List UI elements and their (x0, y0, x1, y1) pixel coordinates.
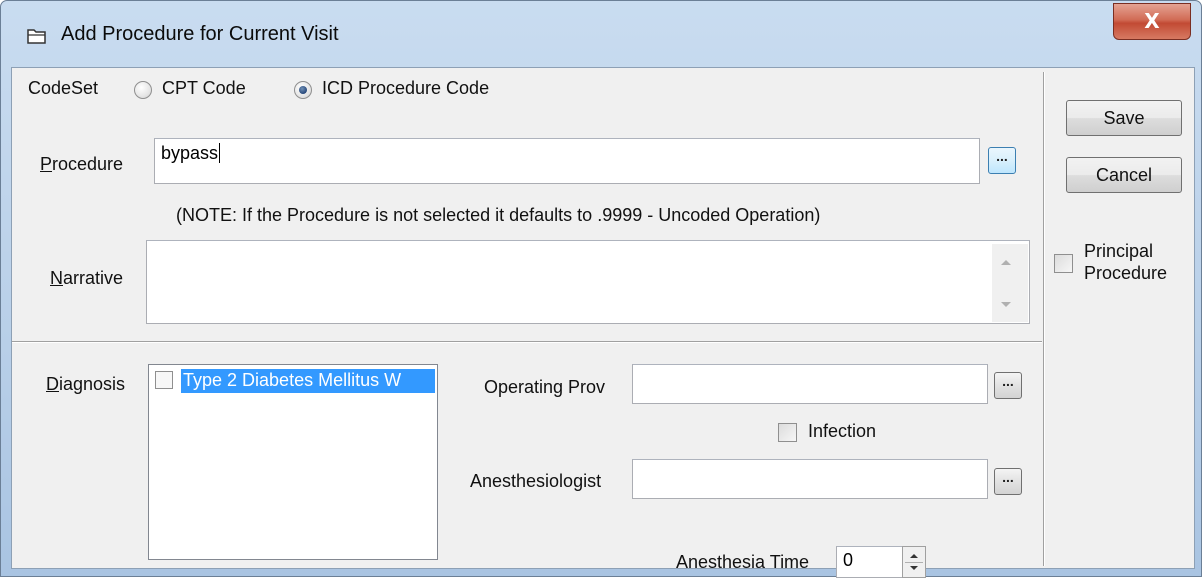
codeset-label: CodeSet (28, 78, 99, 98)
operating-prov-label: Operating Prov (484, 377, 606, 397)
dialog-body: CodeSet CPT Code ICD Procedure Code Proc… (11, 67, 1195, 578)
cancel-button[interactable]: Cancel (1066, 157, 1182, 193)
title-bar[interactable]: Add Procedure for Current Visit X (1, 1, 1201, 65)
close-icon: X (1144, 9, 1160, 33)
narrative-input[interactable] (146, 240, 1030, 324)
diagnosis-item-label[interactable]: Type 2 Diabetes Mellitus W (181, 369, 435, 393)
radio-cpt-code[interactable] (134, 81, 152, 99)
diagnosis-item-checkbox[interactable] (155, 371, 173, 389)
spin-down-icon[interactable] (910, 566, 918, 570)
spin-up-icon[interactable] (910, 554, 918, 558)
radio-icd-procedure-code-label[interactable]: ICD Procedure Code (322, 78, 489, 99)
anesthesiologist-browse-button[interactable]: ... (994, 468, 1022, 495)
list-item[interactable]: Type 2 Diabetes Mellitus W (153, 369, 435, 393)
diagnosis-list[interactable]: Type 2 Diabetes Mellitus W (148, 364, 438, 560)
ellipsis-icon: ... (1002, 469, 1014, 485)
procedure-browse-button[interactable]: ... (988, 147, 1016, 174)
operating-prov-browse-button[interactable]: ... (994, 372, 1022, 399)
action-panel-divider (1043, 72, 1045, 566)
close-button[interactable]: X (1113, 3, 1191, 40)
save-button[interactable]: Save (1066, 100, 1182, 136)
anesthesiologist-input[interactable] (632, 459, 988, 499)
scroll-down-icon[interactable] (1001, 302, 1011, 307)
principal-procedure-checkbox[interactable] (1054, 254, 1073, 273)
scroll-up-icon[interactable] (1001, 260, 1011, 265)
dialog-window: Add Procedure for Current Visit X CodeSe… (0, 0, 1202, 578)
procedure-input[interactable]: bypass (154, 138, 980, 184)
narrative-label: Narrative (50, 268, 124, 288)
narrative-scrollbar[interactable] (992, 244, 1028, 322)
section-divider (12, 341, 1042, 343)
anesthesiologist-label: Anesthesiologist (470, 471, 602, 491)
anesthesia-time-spinner[interactable] (902, 546, 926, 578)
spinner-divider (905, 562, 923, 563)
radio-icd-procedure-code[interactable] (294, 81, 312, 99)
operating-prov-input[interactable] (632, 364, 988, 404)
folder-icon (27, 29, 46, 44)
procedure-label: Procedure (40, 154, 124, 174)
anesthesia-time-input[interactable]: 0 (836, 546, 902, 578)
anesthesia-time-label: Anesthesia Time (676, 552, 810, 572)
radio-cpt-code-label[interactable]: CPT Code (162, 78, 246, 99)
principal-procedure-label[interactable]: Principal Procedure (1084, 240, 1167, 284)
infection-label[interactable]: Infection (808, 421, 876, 442)
procedure-input-value: bypass (161, 143, 219, 163)
ellipsis-icon: ... (1002, 373, 1014, 389)
ellipsis-icon: ... (996, 148, 1008, 164)
window-title: Add Procedure for Current Visit (61, 23, 339, 45)
procedure-note: (NOTE: If the Procedure is not selected … (176, 205, 821, 225)
diagnosis-label: Diagnosis (46, 374, 126, 394)
infection-checkbox[interactable] (778, 423, 797, 442)
